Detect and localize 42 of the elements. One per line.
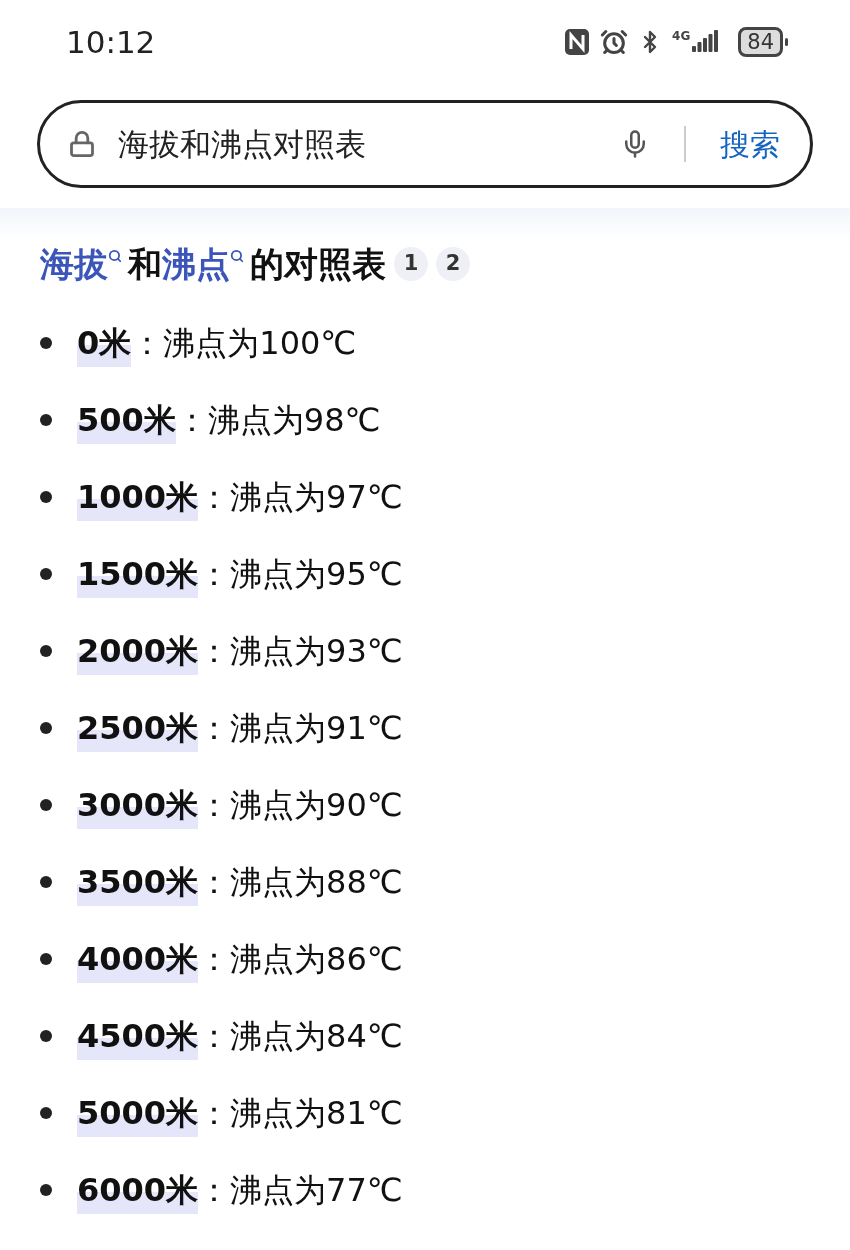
network-label: 4G <box>672 30 691 42</box>
boiling-point-text: ：沸点为98℃ <box>175 399 381 441</box>
boiling-point-text: ：沸点为86℃ <box>198 938 403 980</box>
search-input[interactable]: 海拔和沸点对照表 <box>118 120 620 168</box>
boiling-point-text: ：沸点为91℃ <box>198 707 403 749</box>
signal-icon <box>692 30 721 54</box>
bullet-icon <box>40 798 52 811</box>
boiling-point-text: ：沸点为90℃ <box>198 784 403 826</box>
citation-badge[interactable]: 1 <box>394 247 428 281</box>
nfc-icon <box>564 28 591 56</box>
boiling-point-text: ：沸点为95℃ <box>198 553 403 595</box>
bullet-icon <box>40 413 52 426</box>
boiling-point-text: ：沸点为97℃ <box>198 476 403 518</box>
search-icon[interactable] <box>108 248 122 263</box>
bullet-icon <box>40 875 52 888</box>
boiling-point-text: ：沸点为81℃ <box>198 1092 403 1134</box>
heading-text: 的对照表 <box>250 242 386 286</box>
clock-time: 10:12 <box>66 22 156 62</box>
search-icon[interactable] <box>230 248 244 263</box>
bullet-icon <box>40 490 52 503</box>
boiling-point-text: ：沸点为84℃ <box>198 1015 403 1057</box>
boiling-point-text: ：沸点为88℃ <box>198 861 403 903</box>
bullet-icon <box>40 567 52 580</box>
bullet-icon <box>40 952 52 965</box>
boiling-point-text: ：沸点为93℃ <box>198 630 403 672</box>
bullet-icon <box>40 1106 52 1119</box>
bullet-icon <box>40 644 52 657</box>
keyword-link[interactable]: 海拔 <box>40 238 108 290</box>
bullet-icon <box>40 1029 52 1042</box>
citation-badge[interactable]: 2 <box>436 247 470 281</box>
bullet-icon <box>40 336 52 349</box>
alarm-icon <box>600 28 629 56</box>
keyword-link[interactable]: 沸点 <box>162 238 230 290</box>
search-field[interactable]: 海拔和沸点对照表 搜索 <box>37 100 813 188</box>
boiling-point-text: ：沸点为77℃ <box>198 1169 403 1211</box>
bullet-icon <box>40 1183 52 1196</box>
heading-text: 和 <box>128 242 162 286</box>
lock-icon <box>68 130 96 158</box>
boiling-point-text: ：沸点为100℃ <box>131 322 357 364</box>
battery-level: 84 <box>738 27 783 57</box>
search-button[interactable]: 搜索 <box>720 121 780 167</box>
bullet-icon <box>40 721 52 734</box>
